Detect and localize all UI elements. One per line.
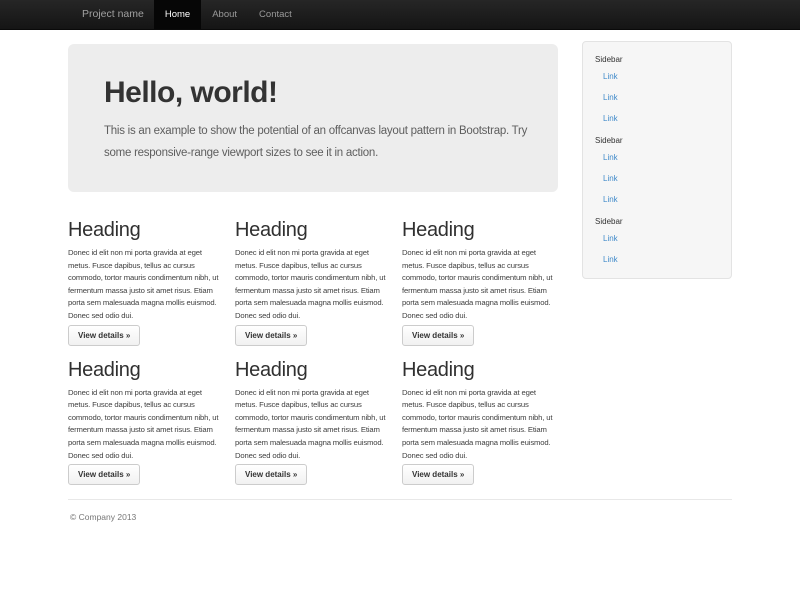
view-details-button[interactable]: View details »	[235, 464, 307, 485]
sidebar-link[interactable]: Link	[583, 87, 731, 108]
card-heading: Heading	[68, 358, 224, 382]
nav-item-contact[interactable]: Contact	[248, 0, 303, 29]
card-body-text: Donec id elit non mi porta gravida at eg…	[402, 387, 558, 463]
sidebar-link[interactable]: Link	[583, 168, 731, 189]
card-heading: Heading	[235, 218, 391, 242]
content-card: Heading Donec id elit non mi porta gravi…	[68, 218, 224, 346]
view-details-button[interactable]: View details »	[402, 464, 474, 485]
navbar: Project name Home About Contact	[0, 0, 800, 30]
card-body-text: Donec id elit non mi porta gravida at eg…	[68, 387, 224, 463]
content-card: Heading Donec id elit non mi porta gravi…	[402, 218, 558, 346]
content-card: Heading Donec id elit non mi porta gravi…	[235, 358, 391, 486]
main-column: Hello, world! This is an example to show…	[68, 30, 558, 485]
view-details-button[interactable]: View details »	[402, 325, 474, 346]
nav-item-about[interactable]: About	[201, 0, 248, 29]
navbar-brand[interactable]: Project name	[68, 0, 154, 29]
page-container: Hello, world! This is an example to show…	[68, 30, 732, 485]
card-body-text: Donec id elit non mi porta gravida at eg…	[68, 247, 224, 323]
card-heading: Heading	[68, 218, 224, 242]
content-card: Heading Donec id elit non mi porta gravi…	[235, 218, 391, 346]
content-card: Heading Donec id elit non mi porta gravi…	[68, 358, 224, 486]
nav-item-home[interactable]: Home	[154, 0, 201, 29]
sidebar-link[interactable]: Link	[583, 108, 731, 129]
footer: © Company 2013	[68, 499, 732, 522]
sidebar-well: Sidebar Link Link Link Sidebar Link Link…	[582, 41, 732, 279]
card-body-text: Donec id elit non mi porta gravida at eg…	[235, 387, 391, 463]
navbar-inner: Project name Home About Contact	[68, 0, 732, 29]
jumbotron-title: Hello, world!	[104, 76, 530, 110]
copyright-text: © Company 2013	[70, 512, 732, 522]
sidebar-group-header: Sidebar	[583, 210, 731, 228]
view-details-button[interactable]: View details »	[68, 325, 140, 346]
jumbotron: Hello, world! This is an example to show…	[68, 44, 558, 192]
card-body-text: Donec id elit non mi porta gravida at eg…	[402, 247, 558, 323]
sidebar-link[interactable]: Link	[583, 66, 731, 87]
sidebar-link[interactable]: Link	[583, 228, 731, 249]
sidebar-link[interactable]: Link	[583, 249, 731, 270]
jumbotron-description: This is an example to show the potential…	[104, 120, 530, 164]
card-body-text: Donec id elit non mi porta gravida at eg…	[235, 247, 391, 323]
content-row-2: Heading Donec id elit non mi porta gravi…	[68, 358, 558, 486]
card-heading: Heading	[402, 358, 558, 382]
sidebar-column: Sidebar Link Link Link Sidebar Link Link…	[582, 30, 732, 485]
content-row-1: Heading Donec id elit non mi porta gravi…	[68, 218, 558, 346]
sidebar-group-header: Sidebar	[583, 129, 731, 147]
view-details-button[interactable]: View details »	[68, 464, 140, 485]
card-heading: Heading	[235, 358, 391, 382]
sidebar-group-header: Sidebar	[583, 48, 731, 66]
sidebar-link[interactable]: Link	[583, 189, 731, 210]
sidebar-link[interactable]: Link	[583, 147, 731, 168]
card-heading: Heading	[402, 218, 558, 242]
content-card: Heading Donec id elit non mi porta gravi…	[402, 358, 558, 486]
navbar-menu: Home About Contact	[154, 0, 303, 29]
view-details-button[interactable]: View details »	[235, 325, 307, 346]
